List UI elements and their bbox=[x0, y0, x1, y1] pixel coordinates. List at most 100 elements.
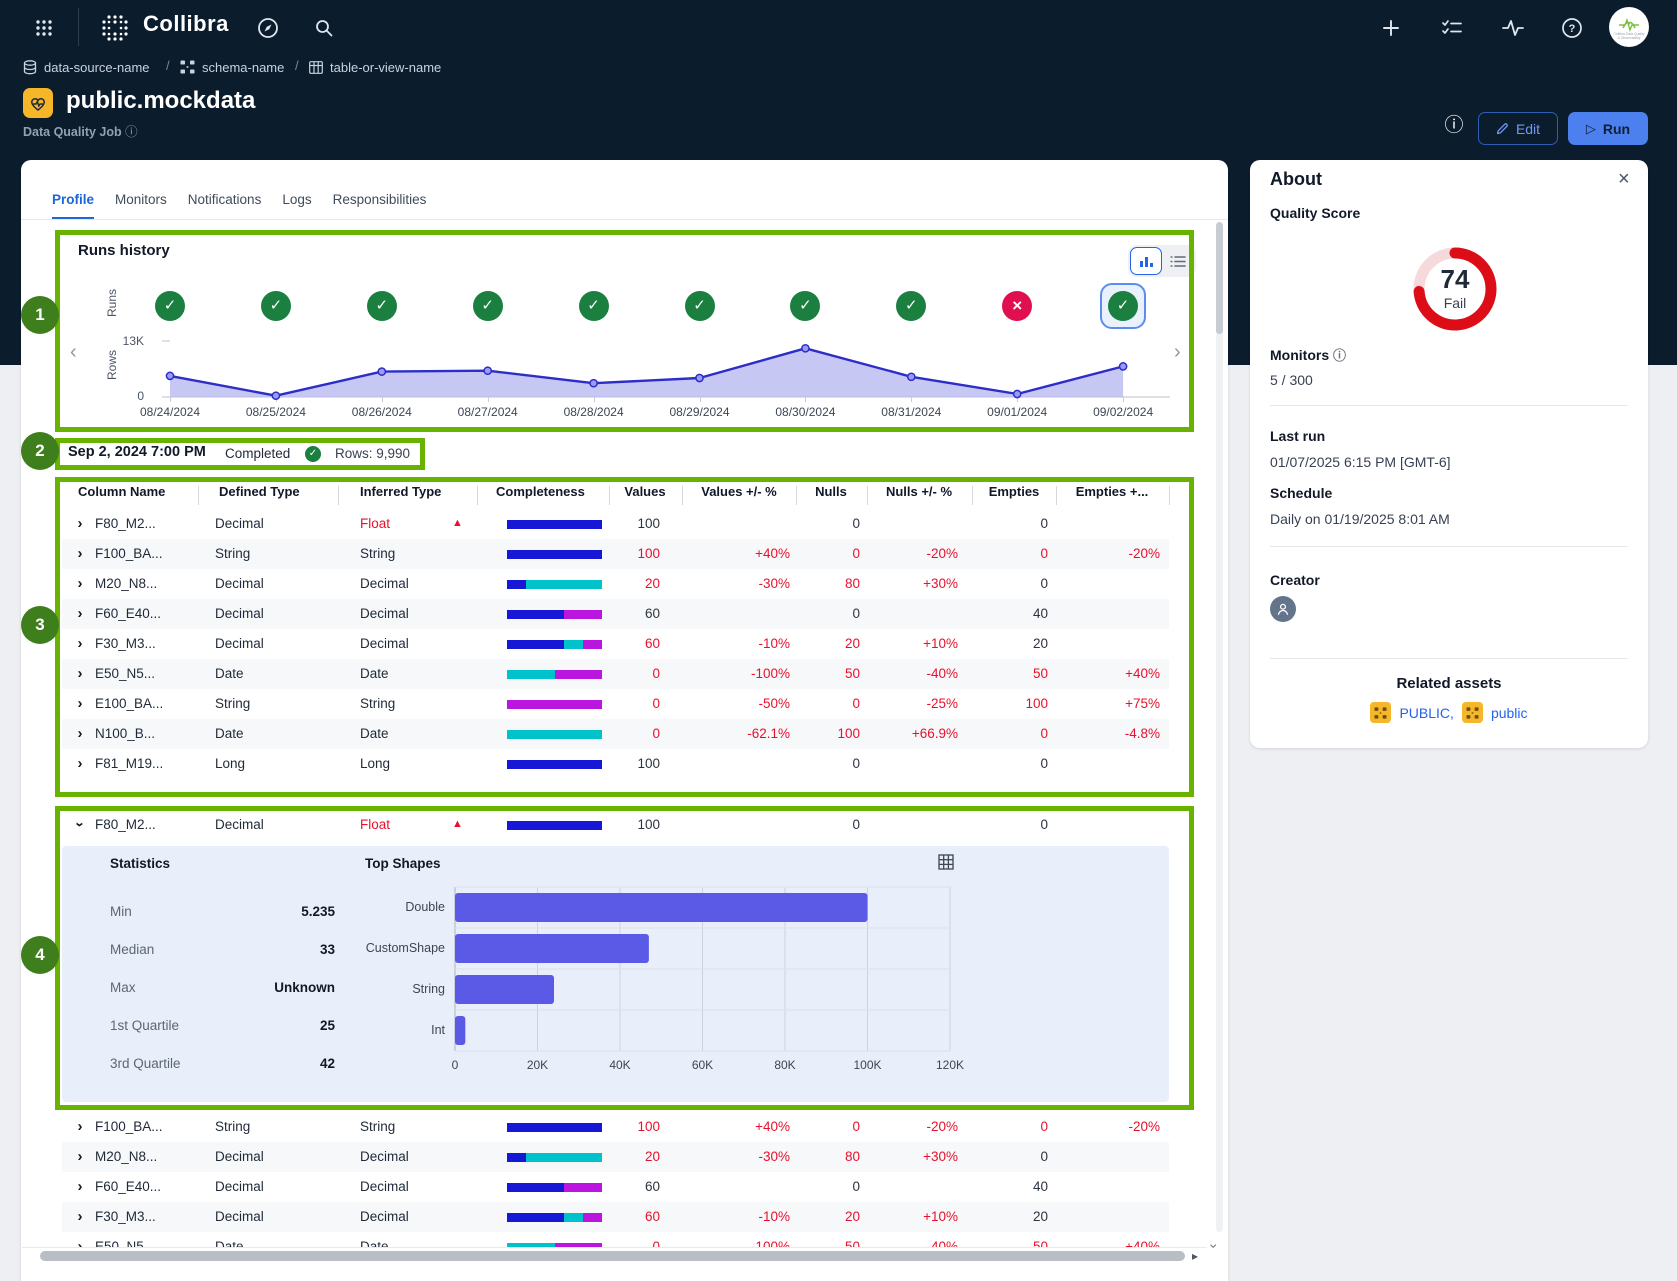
list-view-button[interactable] bbox=[1162, 247, 1194, 275]
shape-bar-String bbox=[455, 975, 554, 1004]
vertical-scrollbar-thumb[interactable] bbox=[1216, 222, 1223, 334]
close-icon[interactable]: × bbox=[1618, 168, 1630, 191]
chart-view-button[interactable] bbox=[1130, 247, 1162, 275]
row-expand-chevron[interactable]: › bbox=[72, 725, 88, 742]
tasks-checklist-icon[interactable] bbox=[1436, 12, 1468, 44]
tab-notifications[interactable]: Notifications bbox=[188, 192, 262, 220]
run-status-success-icon[interactable]: ✓ bbox=[155, 291, 185, 321]
row-collapse-chevron[interactable]: › bbox=[72, 817, 89, 833]
nav-divider bbox=[78, 8, 79, 46]
run-status-success-icon[interactable]: ✓ bbox=[473, 291, 503, 321]
breadcrumb-item-data-source[interactable]: data-source-name bbox=[23, 58, 150, 76]
scroll-right-arrow-icon[interactable]: ▸ bbox=[1192, 1249, 1198, 1263]
user-avatar[interactable]: Collibra Data Quality & Observability bbox=[1608, 6, 1650, 48]
search-icon[interactable] bbox=[308, 12, 340, 44]
help-icon[interactable]: ? bbox=[1556, 12, 1588, 44]
compass-glyph bbox=[257, 17, 279, 39]
cell-value: 60 bbox=[560, 1209, 660, 1224]
header-separator bbox=[796, 486, 797, 505]
add-icon[interactable] bbox=[1375, 12, 1407, 44]
cell-value: +75% bbox=[1060, 696, 1160, 711]
row-expand-chevron[interactable]: › bbox=[72, 545, 88, 562]
row-expand-chevron[interactable]: › bbox=[72, 1208, 88, 1225]
stat-label: 1st Quartile bbox=[110, 1018, 179, 1033]
run-rows-count: Rows: 9,990 bbox=[335, 446, 410, 461]
related-assets-title: Related assets bbox=[1270, 675, 1628, 692]
monitors-info-icon[interactable]: ⓘ bbox=[1333, 348, 1346, 363]
run-button[interactable]: ▷ Run bbox=[1568, 112, 1648, 145]
column-header[interactable]: Column Name bbox=[78, 484, 165, 499]
scroll-down-arrow-icon[interactable]: › bbox=[1206, 1244, 1222, 1249]
cell-value: 100 bbox=[560, 1119, 660, 1134]
breadcrumb-item-table[interactable]: table-or-view-name bbox=[309, 58, 441, 76]
collibra-logo-icon[interactable] bbox=[99, 12, 131, 44]
cell-defined-type: Decimal bbox=[215, 1149, 264, 1164]
row-expand-chevron[interactable]: › bbox=[72, 635, 88, 652]
header-separator bbox=[972, 486, 973, 505]
run-status-success-icon[interactable]: ✓ bbox=[367, 291, 397, 321]
run-date-label: 08/31/2024 bbox=[858, 405, 964, 419]
breadcrumb-item-schema[interactable]: schema-name bbox=[180, 58, 284, 76]
tab-responsibilities[interactable]: Responsibilities bbox=[333, 192, 427, 220]
shapes-table-view-icon[interactable] bbox=[938, 854, 954, 870]
row-expand-chevron[interactable]: › bbox=[72, 1148, 88, 1165]
cell-defined-type: Date bbox=[215, 666, 244, 681]
column-header[interactable]: Empties +... bbox=[1042, 484, 1182, 499]
avatar-glyph: Collibra Data Quality & Observability bbox=[1608, 6, 1650, 48]
row-expand-chevron[interactable]: › bbox=[72, 665, 88, 682]
cell-value: 0 bbox=[760, 756, 860, 771]
subtitle-info-icon[interactable]: ⓘ bbox=[125, 125, 138, 139]
row-expand-chevron[interactable]: › bbox=[72, 1178, 88, 1195]
cell-value: 0 bbox=[948, 516, 1048, 531]
row-expand-chevron[interactable]: › bbox=[72, 605, 88, 622]
column-header[interactable]: Inferred Type bbox=[360, 484, 441, 499]
run-status-success-icon[interactable]: ✓ bbox=[1108, 291, 1138, 321]
shape-category-label: CustomShape bbox=[305, 941, 445, 955]
column-header[interactable]: Defined Type bbox=[219, 484, 300, 499]
cell-defined-type: Decimal bbox=[215, 1179, 264, 1194]
creator-avatar[interactable] bbox=[1270, 596, 1296, 622]
cell-defined-type: Long bbox=[215, 756, 245, 771]
checklist-glyph bbox=[1441, 18, 1463, 38]
tab-profile[interactable]: Profile bbox=[52, 192, 94, 220]
row-expand-chevron[interactable]: › bbox=[72, 1118, 88, 1135]
row-expand-chevron[interactable]: › bbox=[72, 575, 88, 592]
cell-value: 60 bbox=[560, 636, 660, 651]
activity-pulse-icon[interactable] bbox=[1497, 12, 1529, 44]
cell-inferred-type: Decimal bbox=[360, 636, 409, 651]
edit-button[interactable]: Edit bbox=[1478, 112, 1558, 145]
row-expand-chevron[interactable]: › bbox=[72, 695, 88, 712]
vertical-scrollbar-track[interactable] bbox=[1216, 222, 1223, 1232]
horizontal-scrollbar-thumb[interactable] bbox=[40, 1251, 1185, 1261]
cell-value: 80 bbox=[760, 576, 860, 591]
runs-prev-chevron[interactable]: ‹ bbox=[70, 341, 77, 364]
apps-grid-icon[interactable] bbox=[28, 12, 60, 44]
breadcrumb-separator: / bbox=[295, 58, 299, 73]
cell-defined-type: String bbox=[215, 1119, 250, 1134]
cell-inferred-type: Decimal bbox=[360, 1149, 409, 1164]
run-date-label: 09/01/2024 bbox=[964, 405, 1070, 419]
cell-value: 60 bbox=[560, 1179, 660, 1194]
related-asset-link-public[interactable]: public bbox=[1491, 705, 1528, 721]
horizontal-scrollbar-track[interactable] bbox=[22, 1247, 1207, 1264]
compass-icon[interactable] bbox=[252, 12, 284, 44]
run-status-success-icon[interactable]: ✓ bbox=[685, 291, 715, 321]
cell-inferred-type: Date bbox=[360, 666, 389, 681]
header-info-icon[interactable]: ⓘ bbox=[1441, 113, 1467, 139]
cell-inferred-type: Decimal bbox=[360, 1209, 409, 1224]
run-status-failed-icon[interactable]: × bbox=[1002, 291, 1032, 321]
cell-defined-type: Decimal bbox=[215, 1209, 264, 1224]
run-status-success-icon[interactable]: ✓ bbox=[579, 291, 609, 321]
row-expand-chevron[interactable]: › bbox=[72, 515, 88, 532]
run-status-success-icon[interactable]: ✓ bbox=[261, 291, 291, 321]
bar-segment-blue bbox=[507, 1153, 526, 1162]
related-asset-link-PUBLIC[interactable]: PUBLIC, bbox=[1399, 705, 1453, 721]
row-expand-chevron[interactable]: › bbox=[72, 755, 88, 772]
cell-value: 0 bbox=[948, 546, 1048, 561]
tab-logs[interactable]: Logs bbox=[282, 192, 311, 220]
column-header[interactable]: Completeness bbox=[496, 484, 585, 499]
tab-monitors[interactable]: Monitors bbox=[115, 192, 167, 220]
cell-column-name: F81_M19... bbox=[95, 756, 163, 771]
data-quality-job-badge bbox=[23, 88, 53, 118]
monitors-value: 5 / 300 bbox=[1270, 372, 1313, 388]
